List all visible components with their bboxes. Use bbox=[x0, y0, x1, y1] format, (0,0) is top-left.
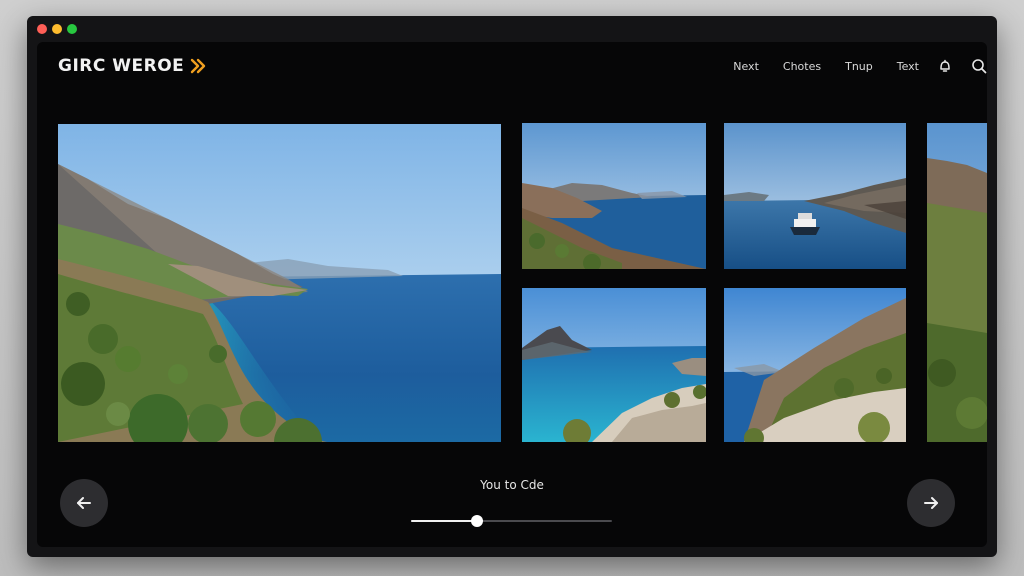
minimize-window-button[interactable] bbox=[52, 24, 62, 34]
gallery-photo-rocky-shore[interactable] bbox=[522, 123, 706, 269]
next-button[interactable] bbox=[907, 479, 955, 527]
progress-slider-thumb[interactable] bbox=[471, 515, 484, 527]
desktop-background: GIRC WEROE Next Chotes Tnup Text You to … bbox=[0, 0, 1024, 576]
window-titlebar bbox=[27, 16, 997, 42]
gallery-photo-ship-bay[interactable] bbox=[724, 123, 906, 269]
gallery-photo-rocky-slope[interactable] bbox=[724, 288, 906, 442]
nav-link-next[interactable]: Next bbox=[733, 60, 759, 73]
app-content: GIRC WEROE Next Chotes Tnup Text You to … bbox=[37, 42, 987, 547]
notification-icon[interactable] bbox=[937, 58, 953, 74]
nav-link-text[interactable]: Text bbox=[897, 60, 919, 73]
gallery-photo-headland-lagoon[interactable] bbox=[522, 288, 706, 442]
chevron-right-double-icon bbox=[191, 58, 206, 74]
search-icon[interactable] bbox=[971, 58, 987, 74]
progress-slider[interactable] bbox=[411, 515, 612, 527]
gallery-photo-main[interactable] bbox=[58, 124, 501, 442]
arrow-right-icon bbox=[924, 497, 938, 509]
brand-logo[interactable]: GIRC WEROE bbox=[58, 56, 208, 76]
previous-button[interactable] bbox=[60, 479, 108, 527]
slide-caption: You to Cde bbox=[480, 478, 544, 492]
close-window-button[interactable] bbox=[37, 24, 47, 34]
maximize-window-button[interactable] bbox=[67, 24, 77, 34]
app-window: GIRC WEROE Next Chotes Tnup Text You to … bbox=[27, 16, 997, 557]
gallery-photo-partial[interactable] bbox=[927, 123, 987, 442]
top-nav: Next Chotes Tnup Text bbox=[733, 56, 987, 76]
progress-slider-fill bbox=[411, 520, 478, 522]
nav-link-chotes[interactable]: Chotes bbox=[783, 60, 821, 73]
logo-text: GIRC WEROE bbox=[58, 56, 185, 76]
nav-link-tnup[interactable]: Tnup bbox=[845, 60, 873, 73]
arrow-left-icon bbox=[77, 497, 91, 509]
